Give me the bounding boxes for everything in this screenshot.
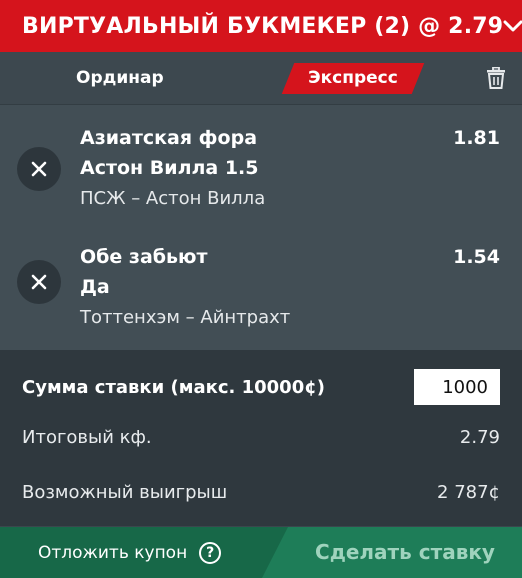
- trash-icon[interactable]: [486, 66, 506, 89]
- bet-item: Азиатская фора Астон Вилла 1.5 ПСЖ – Аст…: [0, 105, 522, 227]
- bet-type-tabs: Ординар Экспресс: [0, 52, 522, 105]
- payout-label: Возможный выигрыш: [22, 481, 228, 503]
- payout-row: Возможный выигрыш 2 787¢: [22, 477, 500, 507]
- betslip-footer: Отложить купон ? Сделать ставку: [0, 527, 522, 578]
- stake-row: Сумма ставки (макс. 10000¢): [22, 368, 500, 406]
- bet-list: Азиатская фора Астон Вилла 1.5 ПСЖ – Аст…: [0, 105, 522, 350]
- bet-match: Тоттенхэм – Айнтрахт: [80, 307, 291, 328]
- place-bet-button[interactable]: Сделать ставку: [262, 527, 522, 578]
- total-odds-label: Итоговый кф.: [22, 426, 152, 448]
- bet-odds: 1.81: [453, 127, 500, 149]
- betslip-header[interactable]: ВИРТУАЛЬНЫЙ БУКМЕКЕР (2) @ 2.79: [0, 0, 522, 52]
- help-icon[interactable]: ?: [199, 541, 222, 564]
- place-bet-label: Сделать ставку: [315, 540, 495, 564]
- betslip-title: ВИРТУАЛЬНЫЙ БУКМЕКЕР (2) @ 2.79: [22, 13, 504, 39]
- save-coupon-button[interactable]: Отложить купон ?: [0, 527, 275, 578]
- bet-market: Обе забьют: [80, 246, 208, 268]
- bet-market: Азиатская фора: [80, 127, 258, 149]
- bet-summary: Сумма ставки (макс. 10000¢) Итоговый кф.…: [0, 350, 522, 526]
- bet-pick: Да: [80, 276, 110, 298]
- bet-odds: 1.54: [453, 246, 500, 268]
- remove-bet-icon[interactable]: [17, 260, 61, 304]
- bet-match: ПСЖ – Астон Вилла: [80, 188, 266, 209]
- tab-single[interactable]: Ординар: [76, 52, 164, 104]
- tab-express-label: Экспресс: [308, 68, 398, 88]
- tab-express[interactable]: Экспресс: [281, 63, 425, 94]
- stake-label: Сумма ставки (макс. 10000¢): [22, 376, 325, 398]
- total-odds-value: 2.79: [459, 426, 500, 448]
- total-odds-row: Итоговый кф. 2.79: [22, 422, 500, 452]
- payout-value: 2 787¢: [437, 481, 500, 503]
- bet-item: Обе забьют Да Тоттенхэм – Айнтрахт 1.54: [0, 227, 522, 349]
- remove-bet-icon[interactable]: [17, 147, 61, 191]
- stake-input[interactable]: [414, 369, 500, 405]
- bet-pick: Астон Вилла 1.5: [80, 157, 259, 179]
- chevron-down-icon[interactable]: [503, 13, 522, 39]
- save-coupon-label: Отложить купон: [38, 542, 188, 563]
